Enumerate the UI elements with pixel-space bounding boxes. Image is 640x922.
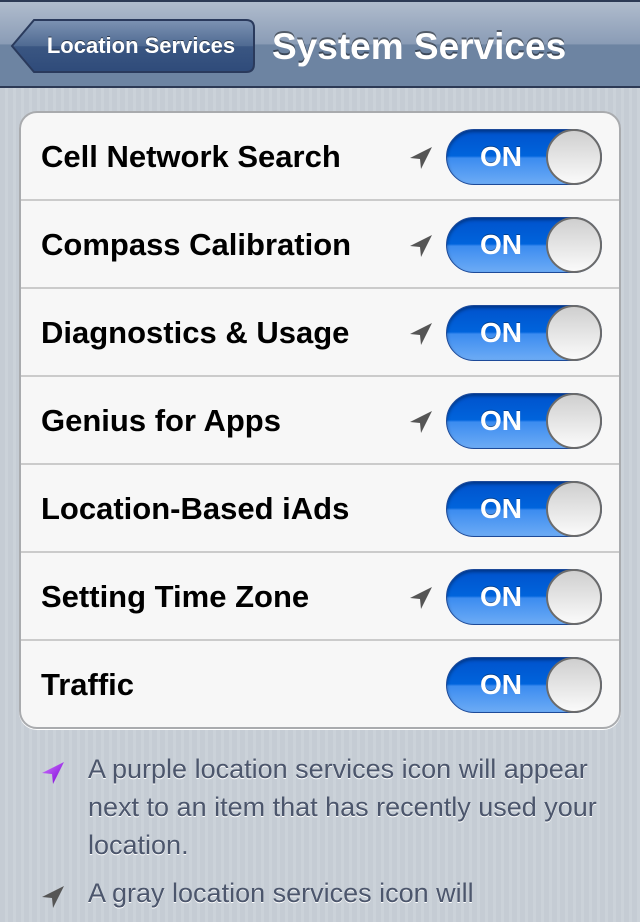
toggle-state: ON [480, 405, 522, 436]
footer-notes: A purple location services icon will app… [0, 750, 640, 922]
traffic-toggle[interactable]: ON [446, 657, 602, 713]
row-label: Diagnostics & Usage [41, 315, 350, 350]
gray-icon-note: A gray location services icon will [0, 874, 640, 912]
toggle-knob[interactable] [546, 129, 602, 185]
location-based-iads-toggle[interactable]: ON [446, 481, 602, 537]
toggle-state: ON [480, 669, 522, 700]
gray-location-arrow-icon [42, 886, 64, 908]
toggle-knob[interactable] [546, 217, 602, 273]
row-label: Compass Calibration [41, 227, 352, 262]
compass-calibration-toggle[interactable]: ON [446, 217, 602, 273]
toggle-knob[interactable] [546, 305, 602, 361]
list-item-cell-network-search: Cell Network Search ON [21, 113, 619, 201]
toggle-knob[interactable] [546, 393, 602, 449]
toggle-knob[interactable] [546, 481, 602, 537]
list-item-compass-calibration: Compass Calibration ON [21, 201, 619, 289]
setting-time-zone-toggle[interactable]: ON [446, 569, 602, 625]
location-arrow-icon [410, 411, 432, 433]
toggle-state: ON [480, 493, 522, 524]
toggle-knob[interactable] [546, 657, 602, 713]
back-button[interactable]: Location Services [10, 18, 256, 74]
diagnostics-usage-toggle[interactable]: ON [446, 305, 602, 361]
row-label: Location-Based iAds [41, 491, 350, 526]
toggle-state: ON [480, 317, 522, 348]
cell-network-search-toggle[interactable]: ON [446, 129, 602, 185]
list-item-location-based-iads: Location-Based iAds ON [21, 465, 619, 553]
list-item-traffic: Traffic ON [21, 641, 619, 727]
purple-icon-note: A purple location services icon will app… [0, 750, 640, 864]
row-label: Traffic [41, 667, 135, 702]
location-arrow-icon [410, 587, 432, 609]
toggle-state: ON [480, 581, 522, 612]
row-label: Setting Time Zone [41, 579, 310, 614]
list-item-diagnostics-usage: Diagnostics & Usage ON [21, 289, 619, 377]
genius-for-apps-toggle[interactable]: ON [446, 393, 602, 449]
navigation-bar: Location Services System Services [0, 0, 640, 88]
location-arrow-icon [410, 235, 432, 257]
system-services-list: Cell Network Search ON Compass Calibrati… [19, 111, 621, 729]
toggle-state: ON [480, 141, 522, 172]
purple-location-arrow-icon [42, 762, 64, 784]
location-arrow-icon [410, 323, 432, 345]
note-text: A purple location services icon will app… [88, 754, 597, 860]
back-button-label: Location Services [46, 33, 236, 58]
location-arrow-icon [410, 147, 432, 169]
toggle-state: ON [480, 229, 522, 260]
page-title: System Services [272, 26, 567, 67]
row-label: Genius for Apps [41, 403, 281, 438]
list-item-genius-for-apps: Genius for Apps ON [21, 377, 619, 465]
toggle-knob[interactable] [546, 569, 602, 625]
list-item-setting-time-zone: Setting Time Zone ON [21, 553, 619, 641]
row-label: Cell Network Search [41, 139, 341, 174]
note-text: A gray location services icon will [88, 878, 474, 908]
